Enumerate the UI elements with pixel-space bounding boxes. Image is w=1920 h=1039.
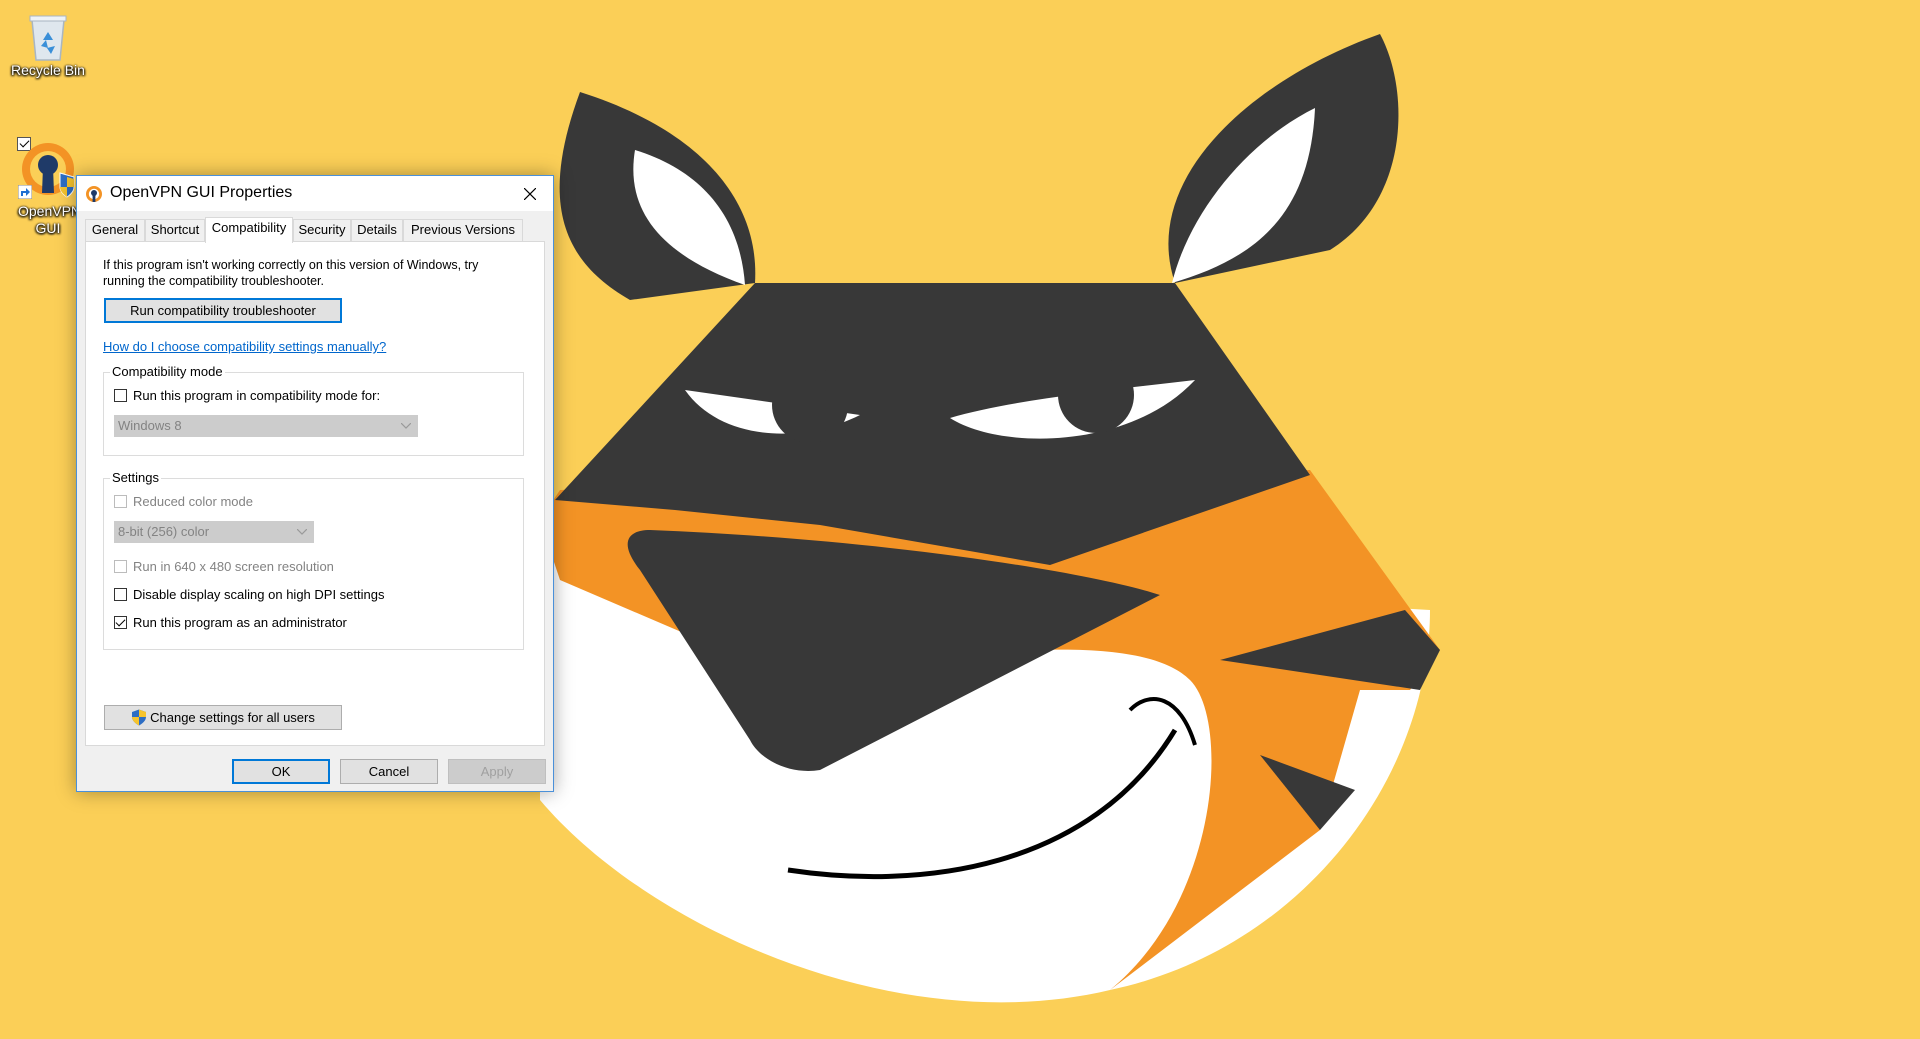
manual-settings-link[interactable]: How do I choose compatibility settings m…	[103, 339, 386, 354]
settings-legend: Settings	[110, 470, 161, 485]
resolution-label: Run in 640 x 480 screen resolution	[133, 559, 334, 574]
cancel-button[interactable]: Cancel	[340, 759, 438, 784]
tab-shortcut[interactable]: Shortcut	[145, 219, 205, 241]
change-all-users-button[interactable]: Change settings for all users	[104, 705, 342, 730]
compat-mode-checkbox[interactable]	[114, 389, 127, 402]
compatibility-mode-group: Compatibility mode Run this program in c…	[103, 364, 524, 456]
tab-compatibility[interactable]: Compatibility	[205, 217, 293, 243]
close-button[interactable]	[507, 176, 553, 211]
apply-button[interactable]: Apply	[448, 759, 546, 784]
dpi-row: Disable display scaling on high DPI sett…	[114, 587, 384, 602]
compat-mode-label[interactable]: Run this program in compatibility mode f…	[133, 388, 380, 403]
uac-shield-icon	[132, 709, 147, 726]
desktop-icon-recycle-bin[interactable]: Recycle Bin	[0, 6, 96, 79]
dpi-checkbox[interactable]	[114, 588, 127, 601]
chevron-down-icon	[297, 529, 307, 535]
color-mode-value: 8-bit (256) color	[118, 524, 210, 539]
recycle-bin-label: Recycle Bin	[11, 62, 85, 78]
dpi-label[interactable]: Disable display scaling on high DPI sett…	[133, 587, 384, 602]
recycle-bin-icon	[29, 15, 67, 61]
tab-previous-versions[interactable]: Previous Versions	[403, 219, 523, 241]
run-troubleshooter-button[interactable]: Run compatibility troubleshooter	[104, 298, 342, 323]
dialog-title: OpenVPN GUI Properties	[110, 184, 293, 201]
properties-dialog: OpenVPN GUI Properties General Shortcut …	[76, 175, 554, 792]
openvpn-icon	[86, 186, 102, 202]
title-bar[interactable]: OpenVPN GUI Properties	[77, 176, 553, 211]
tab-general[interactable]: General	[85, 219, 145, 241]
compatibility-mode-legend: Compatibility mode	[110, 364, 225, 379]
compatibility-panel: If this program isn't working correctly …	[85, 241, 545, 746]
reduced-color-label: Reduced color mode	[133, 494, 253, 509]
shortcut-arrow-icon	[18, 185, 32, 199]
chevron-down-icon	[401, 423, 411, 429]
close-icon	[524, 187, 536, 200]
tab-security[interactable]: Security	[293, 219, 351, 241]
reduced-color-checkbox[interactable]	[114, 495, 127, 508]
intro-text: If this program isn't working correctly …	[103, 258, 479, 288]
admin-checkbox[interactable]	[114, 616, 127, 629]
ok-button[interactable]: OK	[232, 759, 330, 784]
os-version-value: Windows 8	[118, 418, 182, 433]
change-all-users-label: Change settings for all users	[150, 710, 315, 725]
resolution-row: Run in 640 x 480 screen resolution	[114, 559, 334, 574]
openvpn-gui-label: OpenVPN GUI	[18, 203, 82, 236]
color-mode-select[interactable]: 8-bit (256) color	[114, 521, 314, 543]
reduced-color-row: Reduced color mode	[114, 494, 253, 509]
settings-group: Settings Reduced color mode 8-bit (256) …	[103, 470, 524, 650]
admin-row: Run this program as an administrator	[114, 615, 347, 630]
admin-label[interactable]: Run this program as an administrator	[133, 615, 347, 630]
os-version-select[interactable]: Windows 8	[114, 415, 418, 437]
resolution-checkbox[interactable]	[114, 560, 127, 573]
compat-mode-row: Run this program in compatibility mode f…	[114, 388, 380, 403]
tab-details[interactable]: Details	[351, 219, 403, 241]
